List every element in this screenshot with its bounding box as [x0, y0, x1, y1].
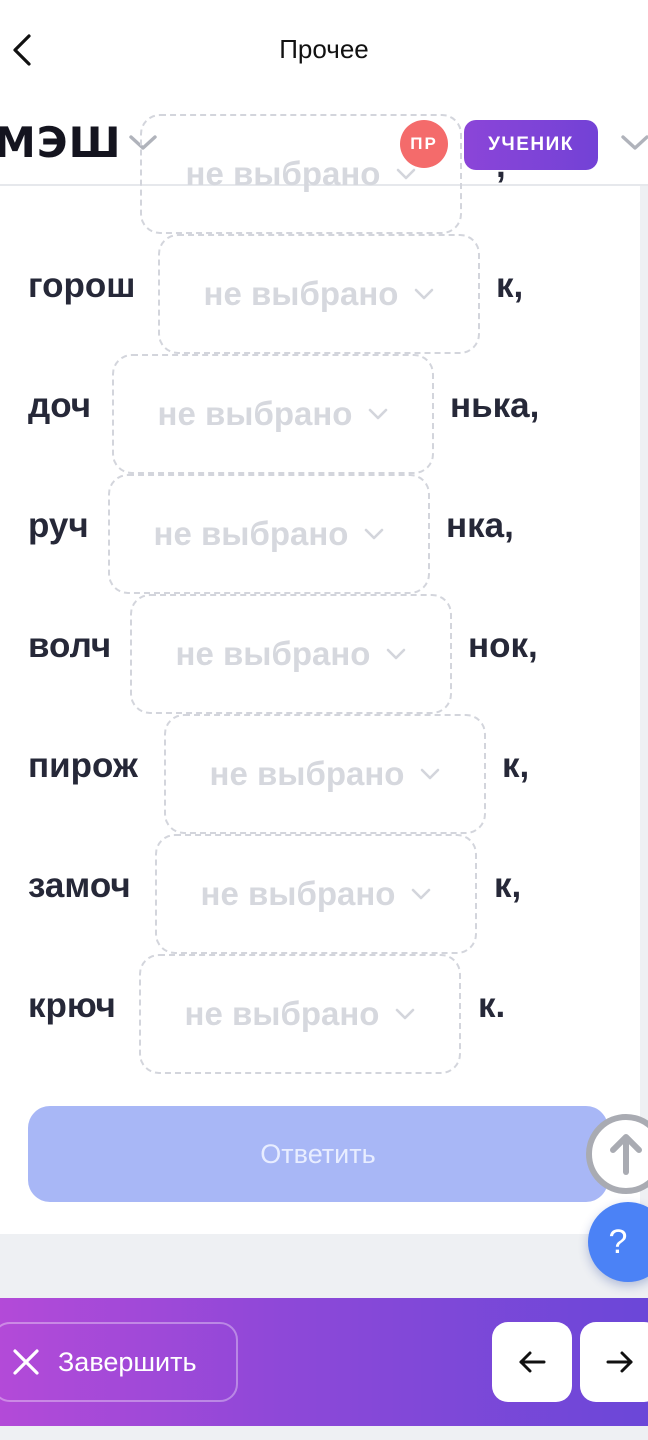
bottom-action-bar: Завершить: [0, 1298, 648, 1426]
word-suffix: к.: [478, 986, 506, 1025]
finish-button[interactable]: Завершить: [0, 1322, 238, 1402]
exercise-row: горош не выбрано к,: [0, 234, 640, 354]
exercise-row: руч не выбрано нка,: [0, 474, 640, 594]
answer-select[interactable]: не выбрано: [164, 714, 486, 834]
word-prefix: горош: [28, 266, 136, 305]
answer-select[interactable]: не выбрано: [130, 594, 452, 714]
arrow-up-icon: [610, 1134, 642, 1175]
select-placeholder: не выбрано: [203, 275, 399, 312]
select-placeholder: не выбрано: [153, 515, 349, 552]
select-placeholder: не выбрано: [200, 875, 396, 912]
close-icon: [13, 1349, 39, 1375]
chevron-down-icon: [421, 768, 440, 780]
exercise-row-partial: не выбрано ,: [0, 114, 640, 234]
word-suffix: ,: [496, 146, 506, 185]
chevron-down-icon: [365, 528, 384, 540]
answer-button[interactable]: Ответить: [28, 1106, 608, 1202]
word-suffix: нка,: [446, 506, 514, 545]
exercise-card: не выбрано , горош не выбрано к, доч не …: [0, 114, 640, 1234]
answer-select[interactable]: не выбрано: [140, 114, 462, 234]
word-prefix: руч: [28, 506, 89, 545]
chevron-down-icon: [369, 408, 388, 420]
select-placeholder: не выбрано: [209, 755, 405, 792]
answer-select[interactable]: не выбрано: [139, 954, 461, 1074]
previous-button[interactable]: [492, 1322, 572, 1402]
chevron-down-icon: [397, 168, 416, 180]
word-suffix: нок,: [468, 626, 538, 665]
word-prefix: крюч: [28, 986, 116, 1025]
word-prefix: доч: [28, 386, 92, 425]
next-button[interactable]: [580, 1322, 648, 1402]
select-placeholder: не выбрано: [185, 155, 381, 192]
finish-label: Завершить: [58, 1346, 197, 1377]
arrow-right-icon: [606, 1351, 633, 1373]
exercise-row: замоч не выбрано к,: [0, 834, 640, 954]
answer-select[interactable]: не выбрано: [108, 474, 430, 594]
answer-select[interactable]: не выбрано: [158, 234, 480, 354]
select-placeholder: не выбрано: [175, 635, 371, 672]
chevron-down-icon: [412, 888, 431, 900]
select-placeholder: не выбрано: [184, 995, 380, 1032]
exercise-row: доч не выбрано нька,: [0, 354, 640, 474]
chevron-down-icon: [415, 288, 434, 300]
chevron-down-icon: [387, 648, 406, 660]
word-suffix: к,: [496, 266, 524, 305]
word-prefix: волч: [28, 626, 112, 665]
exercise-row: крюч не выбрано к.: [0, 954, 640, 1074]
exercise-row: пирож не выбрано к,: [0, 714, 640, 834]
word-suffix: нька,: [450, 386, 540, 425]
word-prefix: пирож: [28, 746, 138, 785]
top-navigation-bar: Прочее: [0, 0, 648, 100]
page-title: Прочее: [279, 34, 369, 64]
answer-select[interactable]: не выбрано: [155, 834, 477, 954]
word-suffix: к,: [494, 866, 522, 905]
chevron-down-icon: [396, 1008, 415, 1020]
word-suffix: к,: [502, 746, 530, 785]
select-placeholder: не выбрано: [157, 395, 353, 432]
arrow-left-icon: [519, 1351, 546, 1373]
answer-select[interactable]: не выбрано: [112, 354, 434, 474]
word-prefix: замоч: [28, 866, 131, 905]
exercise-row: волч не выбрано нок,: [0, 594, 640, 714]
